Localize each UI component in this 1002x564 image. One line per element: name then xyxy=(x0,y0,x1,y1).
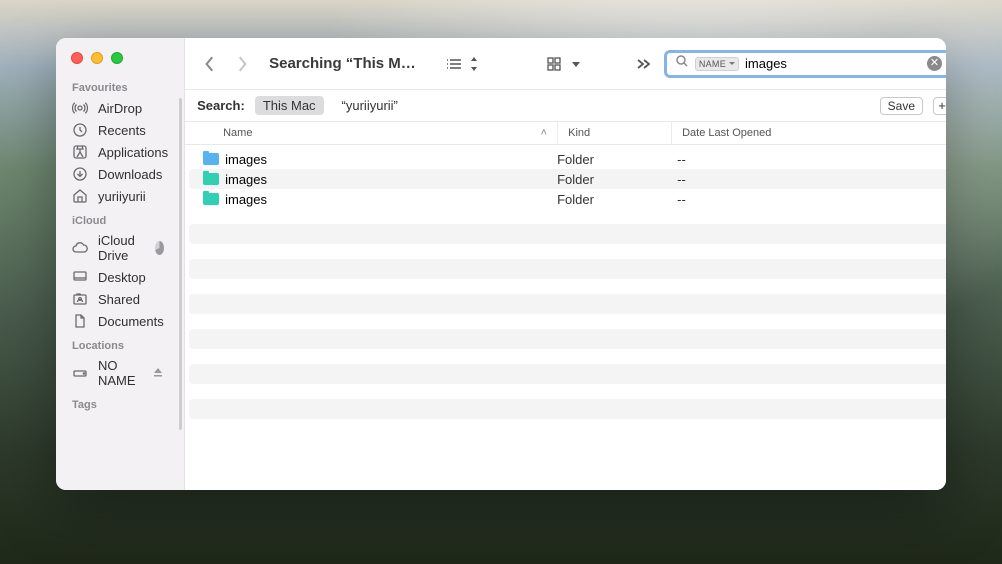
fullscreen-button[interactable] xyxy=(111,52,123,64)
applications-icon xyxy=(72,144,88,160)
folder-icon xyxy=(203,153,219,165)
empty-row xyxy=(189,399,946,419)
save-search-button[interactable]: Save xyxy=(880,97,923,115)
section-tags-title: Tags xyxy=(56,391,184,414)
chevron-updown-icon xyxy=(470,57,478,71)
sidebar-item-home[interactable]: yuriiyurii xyxy=(56,185,184,207)
sort-ascending-icon: ˄ xyxy=(541,127,547,139)
file-kind: Folder xyxy=(557,152,671,167)
shared-icon xyxy=(72,291,88,307)
sidebar-item-label: Applications xyxy=(98,145,168,160)
icloud-usage-icon xyxy=(155,241,164,255)
file-date: -- xyxy=(671,172,946,187)
sidebar-item-applications[interactable]: Applications xyxy=(56,141,184,163)
sidebar-item-documents[interactable]: Documents xyxy=(56,310,184,332)
cloud-icon xyxy=(72,240,88,256)
finder-window: Favourites AirDrop Recents Applications … xyxy=(56,38,946,490)
group-button[interactable] xyxy=(546,56,580,72)
add-criteria-button[interactable]: + xyxy=(933,97,946,115)
clear-search-button[interactable]: ✕ xyxy=(927,56,942,71)
column-headers: Name ˄ Kind Date Last Opened xyxy=(185,122,946,145)
sidebar-item-label: Downloads xyxy=(98,167,162,182)
sidebar-item-airdrop[interactable]: AirDrop xyxy=(56,97,184,119)
file-name: images xyxy=(225,172,267,187)
eject-icon[interactable] xyxy=(152,366,164,381)
file-date: -- xyxy=(671,152,946,167)
minimize-button[interactable] xyxy=(91,52,103,64)
scope-label: Search: xyxy=(197,98,245,113)
empty-row xyxy=(189,294,946,314)
column-name[interactable]: Name ˄ xyxy=(185,122,557,144)
file-name: images xyxy=(225,152,267,167)
window-controls xyxy=(56,52,184,74)
section-favourites-title: Favourites xyxy=(56,74,184,97)
sidebar-item-downloads[interactable]: Downloads xyxy=(56,163,184,185)
close-button[interactable] xyxy=(71,52,83,64)
downloads-icon xyxy=(72,166,88,182)
table-row[interactable]: images Folder -- xyxy=(189,169,946,189)
sidebar-item-label: yuriiyurii xyxy=(98,189,146,204)
sidebar-item-icloud-drive[interactable]: iCloud Drive xyxy=(56,230,184,266)
search-scope-bar: Search: This Mac “yuriiyurii” Save + xyxy=(185,90,946,122)
file-kind: Folder xyxy=(557,192,671,207)
airdrop-icon xyxy=(72,100,88,116)
sidebar-item-label: AirDrop xyxy=(98,101,142,116)
forward-button[interactable] xyxy=(235,55,249,73)
home-icon xyxy=(72,188,88,204)
column-kind[interactable]: Kind xyxy=(557,122,671,144)
empty-row xyxy=(189,329,946,349)
sidebar-item-label: NO NAME xyxy=(98,358,142,388)
sidebar-item-recents[interactable]: Recents xyxy=(56,119,184,141)
section-locations-title: Locations xyxy=(56,332,184,355)
sidebar-item-shared[interactable]: Shared xyxy=(56,288,184,310)
scope-user-folder[interactable]: “yuriiyurii” xyxy=(334,96,406,115)
desktop-icon xyxy=(72,269,88,285)
chevron-down-icon xyxy=(572,61,580,67)
document-icon xyxy=(72,313,88,329)
sidebar-item-noname[interactable]: NO NAME xyxy=(56,355,184,391)
view-list-button[interactable] xyxy=(444,56,478,72)
drive-icon xyxy=(72,365,88,381)
search-token-name[interactable]: NAME xyxy=(695,57,739,71)
sidebar-scrollbar[interactable] xyxy=(179,98,182,430)
sidebar-item-label: Desktop xyxy=(98,270,146,285)
overflow-button[interactable] xyxy=(634,57,650,71)
table-row[interactable]: images Folder -- xyxy=(189,149,946,169)
empty-row xyxy=(189,364,946,384)
sidebar-item-label: iCloud Drive xyxy=(98,233,145,263)
search-input[interactable] xyxy=(745,56,921,71)
sidebar-item-label: Shared xyxy=(98,292,140,307)
sidebar: Favourites AirDrop Recents Applications … xyxy=(56,38,185,490)
sidebar-item-label: Documents xyxy=(98,314,164,329)
folder-icon xyxy=(203,173,219,185)
file-date: -- xyxy=(671,192,946,207)
main-content: Searching “This M… NAME ✕ S xyxy=(185,38,946,490)
empty-row xyxy=(189,224,946,244)
file-kind: Folder xyxy=(557,172,671,187)
results-list[interactable]: images Folder -- images Folder -- images… xyxy=(185,145,946,490)
folder-icon xyxy=(203,193,219,205)
search-icon xyxy=(675,54,689,73)
nav-arrows xyxy=(197,55,255,73)
table-row[interactable]: images Folder -- xyxy=(189,189,946,209)
empty-row xyxy=(189,259,946,279)
clock-icon xyxy=(72,122,88,138)
window-title: Searching “This M… xyxy=(269,55,416,72)
scope-this-mac[interactable]: This Mac xyxy=(255,96,324,115)
section-icloud-title: iCloud xyxy=(56,207,184,230)
sidebar-item-desktop[interactable]: Desktop xyxy=(56,266,184,288)
search-field[interactable]: NAME ✕ xyxy=(664,50,946,78)
back-button[interactable] xyxy=(203,55,217,73)
sidebar-item-label: Recents xyxy=(98,123,146,138)
toolbar: Searching “This M… NAME ✕ xyxy=(185,38,946,90)
column-date[interactable]: Date Last Opened xyxy=(671,122,946,144)
file-name: images xyxy=(225,192,267,207)
